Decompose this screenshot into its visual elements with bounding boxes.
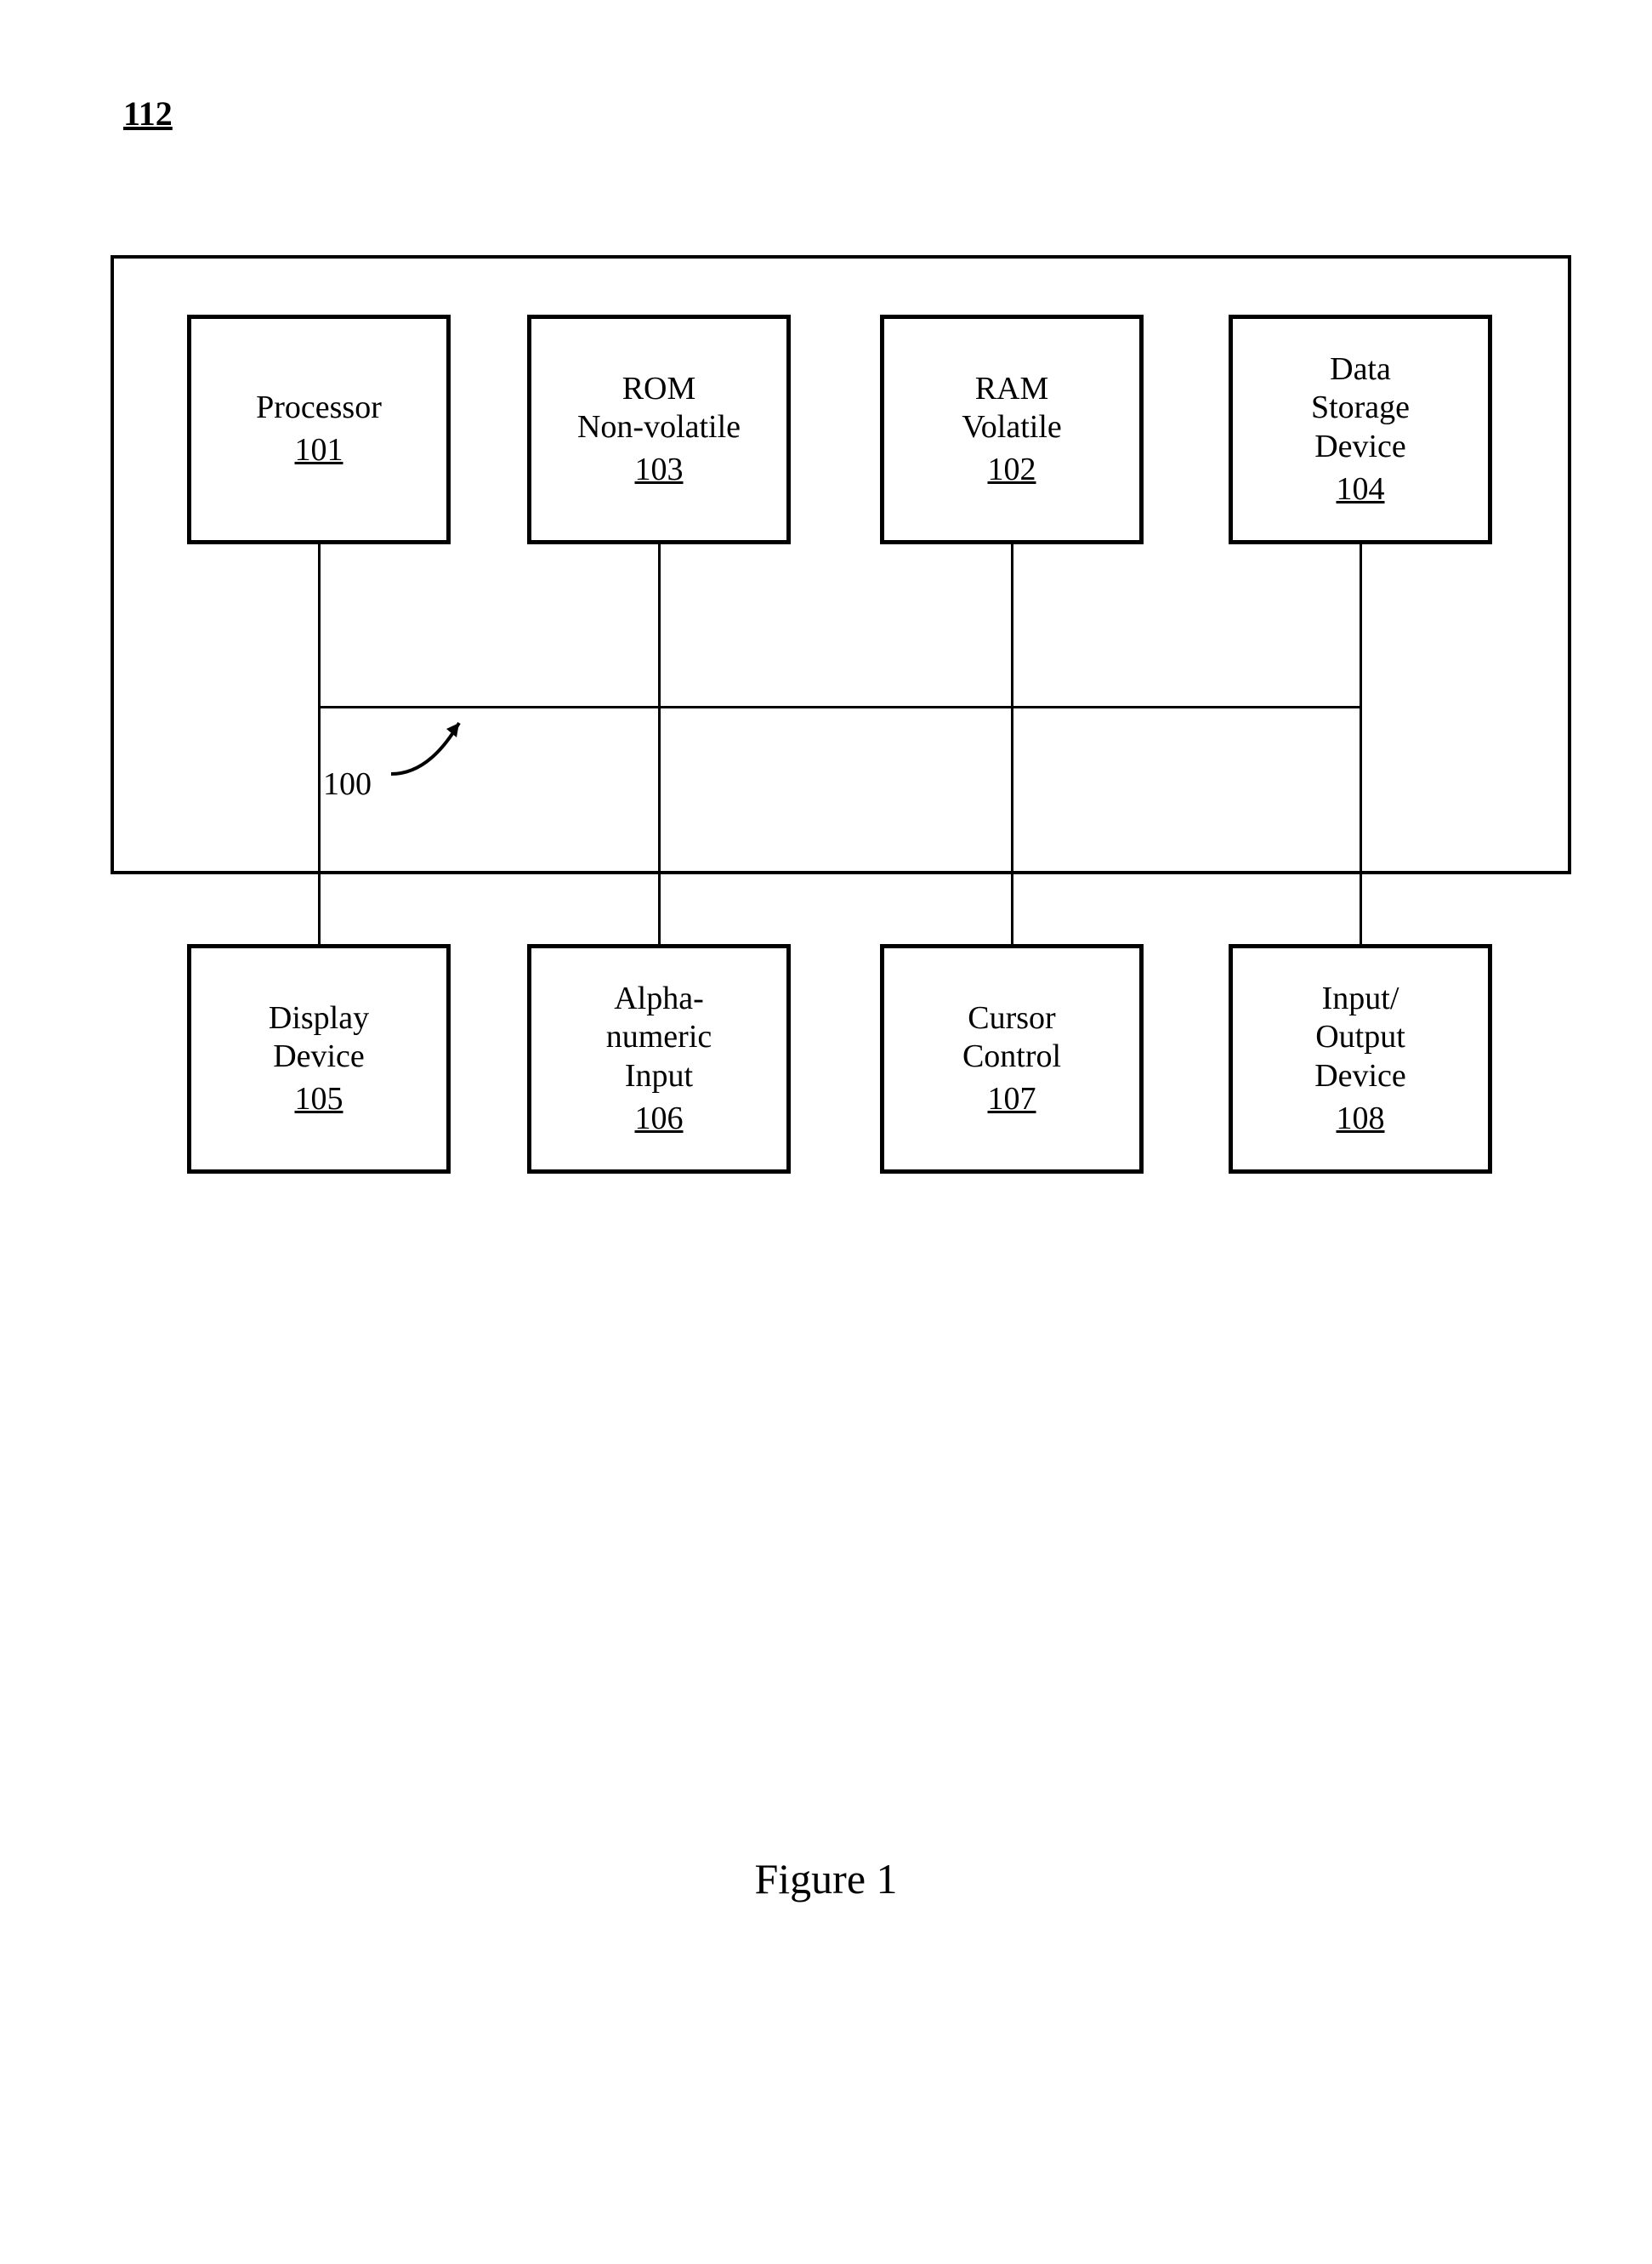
- processor-label: Processor: [256, 389, 382, 428]
- storage-label-3: Device: [1314, 428, 1406, 467]
- ram-block: RAM Volatile 102: [880, 315, 1144, 544]
- alpha-label-2: numeric: [606, 1018, 712, 1057]
- alpha-block: Alpha- numeric Input 106: [527, 944, 791, 1174]
- ram-ref: 102: [988, 451, 1036, 490]
- rom-block: ROM Non-volatile 103: [527, 315, 791, 544]
- io-label-3: Device: [1314, 1057, 1406, 1096]
- io-block: Input/ Output Device 108: [1229, 944, 1492, 1174]
- display-connector: [318, 706, 321, 944]
- figure-caption: Figure 1: [0, 1854, 1652, 1903]
- storage-block: Data Storage Device 104: [1229, 315, 1492, 544]
- cursor-ref: 107: [988, 1080, 1036, 1119]
- io-label-2: Output: [1315, 1018, 1405, 1057]
- processor-block: Processor 101: [187, 315, 451, 544]
- display-label-1: Display: [269, 999, 369, 1038]
- bus-arrow-icon: [378, 710, 480, 787]
- storage-connector: [1360, 544, 1362, 706]
- io-ref: 108: [1337, 1100, 1385, 1139]
- ram-label-1: RAM: [975, 370, 1049, 409]
- io-connector: [1360, 706, 1362, 944]
- display-ref: 105: [295, 1080, 343, 1119]
- cursor-connector: [1011, 706, 1013, 944]
- io-label-1: Input/: [1322, 980, 1399, 1019]
- display-label-2: Device: [273, 1038, 365, 1077]
- rom-label-2: Non-volatile: [577, 408, 741, 447]
- cursor-label-2: Control: [962, 1038, 1061, 1077]
- processor-connector: [318, 544, 321, 706]
- alpha-connector: [658, 706, 661, 944]
- bus-line: [318, 706, 1360, 708]
- display-block: Display Device 105: [187, 944, 451, 1174]
- bus-ref-label: 100: [323, 765, 372, 803]
- rom-connector: [658, 544, 661, 706]
- rom-ref: 103: [635, 451, 684, 490]
- system-ref-label: 112: [123, 94, 173, 134]
- cursor-label-1: Cursor: [968, 999, 1055, 1038]
- alpha-ref: 106: [635, 1100, 684, 1139]
- processor-ref: 101: [295, 431, 343, 470]
- cursor-block: Cursor Control 107: [880, 944, 1144, 1174]
- alpha-label-1: Alpha-: [614, 980, 704, 1019]
- storage-label-1: Data: [1330, 350, 1391, 390]
- storage-label-2: Storage: [1311, 389, 1410, 428]
- ram-label-2: Volatile: [962, 408, 1062, 447]
- ram-connector: [1011, 544, 1013, 706]
- rom-label-1: ROM: [622, 370, 696, 409]
- alpha-label-3: Input: [625, 1057, 693, 1096]
- storage-ref: 104: [1337, 470, 1385, 509]
